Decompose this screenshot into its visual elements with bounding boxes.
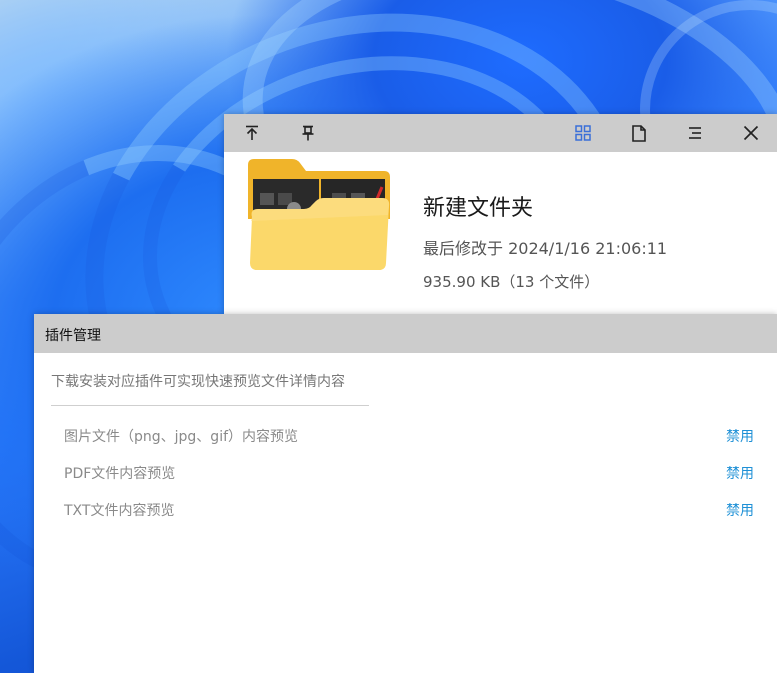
file-modified-date: 最后修改于 2024/1/16 21:06:11 <box>423 239 668 258</box>
file-size: 935.90 KB（13 个文件） <box>423 273 600 291</box>
disable-plugin-link[interactable]: 禁用 <box>726 426 754 446</box>
plugin-row-pdf: PDF文件内容预览 禁用 <box>64 460 754 486</box>
plugin-row-image: 图片文件（png、jpg、gif）内容预览 禁用 <box>64 423 754 449</box>
plugin-manager-description: 下载安装对应插件可实现快速预览文件详情内容 <box>51 371 369 406</box>
grid-view-button[interactable] <box>572 122 594 144</box>
close-button[interactable] <box>740 122 762 144</box>
menu-icon <box>689 127 701 139</box>
close-icon <box>743 125 759 141</box>
file-info-button[interactable] <box>628 122 650 144</box>
file-name: 新建文件夹 <box>423 196 534 221</box>
plugin-row-txt: TXT文件内容预览 禁用 <box>64 497 754 523</box>
disable-plugin-link[interactable]: 禁用 <box>726 500 754 520</box>
plugin-label: PDF文件内容预览 <box>64 466 176 482</box>
plugin-manager-window: 插件管理 下载安装对应插件可实现快速预览文件详情内容 图片文件（png、jpg、… <box>34 314 777 673</box>
file-icon <box>632 124 646 142</box>
preview-titlebar[interactable] <box>224 114 777 152</box>
preview-window: 新建文件夹 最后修改于 2024/1/16 21:06:11 935.90 KB… <box>224 114 777 314</box>
folder-icon <box>248 159 390 270</box>
plugin-manager-titlebar[interactable]: 插件管理 <box>34 314 777 353</box>
arrow-up-to-line-icon <box>246 125 258 140</box>
disable-plugin-link[interactable]: 禁用 <box>726 463 754 483</box>
menu-button[interactable] <box>684 122 706 144</box>
plugin-label: 图片文件（png、jpg、gif）内容预览 <box>64 429 299 445</box>
move-to-top-button[interactable] <box>241 122 263 144</box>
plugin-manager-title: 插件管理 <box>45 328 101 344</box>
grid-icon <box>575 125 591 141</box>
pin-icon <box>302 125 314 141</box>
folder-thumbnail <box>248 159 390 271</box>
plugin-label: TXT文件内容预览 <box>64 503 175 519</box>
pin-button[interactable] <box>297 122 319 144</box>
